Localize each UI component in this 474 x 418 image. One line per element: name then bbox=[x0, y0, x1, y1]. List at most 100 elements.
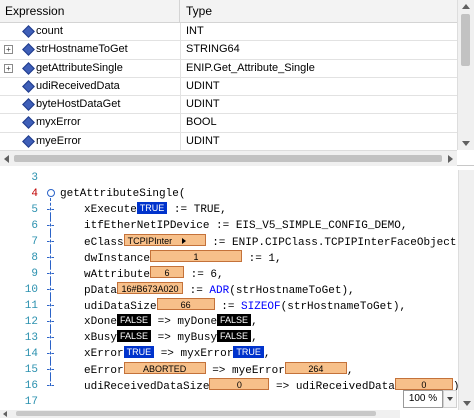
zoom-dropdown-button[interactable] bbox=[443, 390, 457, 408]
code-line[interactable]: 17 bbox=[0, 394, 470, 410]
watch-horizontal-scrollbar[interactable] bbox=[0, 150, 457, 166]
code-line[interactable]: 9 wAttribute 6 := 6, bbox=[0, 262, 470, 284]
inline-value-udiReceivedDataSize[interactable]: 0 bbox=[209, 378, 270, 390]
code-line[interactable]: 5 xExecute TRUE := TRUE, bbox=[0, 198, 470, 220]
inline-value-udiReceivedData[interactable]: 0 bbox=[394, 378, 453, 390]
scroll-left-icon[interactable] bbox=[4, 155, 9, 163]
code-line[interactable]: 8 dwInstance 1 := 1, bbox=[0, 246, 470, 268]
expression-cell: myxError bbox=[36, 114, 181, 132]
expander-cell[interactable]: + bbox=[0, 41, 16, 58]
inline-value-wAttribute[interactable]: 6 bbox=[150, 266, 185, 278]
expression-cell: getAttributeSingle bbox=[36, 59, 181, 77]
line-number: 9 bbox=[31, 268, 38, 280]
table-row[interactable]: count INT bbox=[0, 23, 457, 42]
code-line[interactable]: 11 udiDataSize 66 := SIZEOF(strHostnameTo… bbox=[0, 294, 470, 316]
column-header-type[interactable]: Type bbox=[180, 0, 457, 22]
line-number: 14 bbox=[24, 348, 38, 360]
code-text: xExecute TRUE := TRUE, bbox=[84, 202, 227, 216]
branch-marker-icon bbox=[44, 246, 54, 268]
branch-marker-icon bbox=[44, 230, 54, 252]
watch-vertical-scrollbar[interactable] bbox=[457, 0, 474, 150]
table-row[interactable]: + strHostnameToGet STRING64 bbox=[0, 41, 457, 60]
code-text: eError ABORTED => myeError 264, bbox=[84, 362, 354, 377]
code-editor[interactable]: 3 4 getAttributeSingle( 5 xExecute TRUE :… bbox=[0, 170, 474, 418]
scroll-thumb[interactable] bbox=[16, 411, 376, 416]
code-line[interactable]: 12 xDone FALSE => myDone FALSE, bbox=[0, 310, 470, 332]
code-line[interactable]: 7 eClass TCPIPInter := ENIP.CIPClass.TCPI… bbox=[0, 230, 470, 252]
expand-plus-icon[interactable]: + bbox=[4, 45, 13, 55]
table-row[interactable]: byteHostDataGet UDINT bbox=[0, 96, 457, 115]
inline-value-eClass[interactable]: TCPIPInter bbox=[123, 234, 206, 246]
line-number: 13 bbox=[24, 332, 38, 344]
code-line[interactable]: 10 pData 16#B673A020 := ADR(strHostnameTo… bbox=[0, 278, 470, 300]
inline-value-xBusy[interactable]: FALSE bbox=[117, 330, 152, 342]
scroll-down-icon[interactable] bbox=[463, 401, 471, 406]
line-number: 12 bbox=[24, 316, 38, 328]
code-text: xDone FALSE => myDone FALSE, bbox=[84, 314, 258, 328]
line-number: 11 bbox=[24, 300, 38, 312]
branch-marker-icon bbox=[44, 278, 54, 300]
table-row[interactable]: udiReceivedData UDINT bbox=[0, 77, 457, 97]
code-line[interactable]: 13 xBusy FALSE => myBusy FALSE, bbox=[0, 326, 470, 348]
editor-vertical-scrollbar[interactable] bbox=[458, 170, 474, 410]
table-row[interactable]: myxError BOOL bbox=[0, 114, 457, 133]
inline-value-udiDataSize[interactable]: 66 bbox=[156, 298, 215, 310]
watch-table-header: Expression Type bbox=[0, 0, 457, 23]
inline-value-xDone[interactable]: FALSE bbox=[117, 314, 152, 326]
expand-plus-icon[interactable]: + bbox=[4, 63, 13, 73]
table-row[interactable]: myeError UDINT bbox=[0, 132, 457, 150]
line-number: 6 bbox=[31, 220, 38, 232]
type-cell: BOOL bbox=[186, 116, 217, 129]
code-line[interactable]: 16 udiReceivedDataSize 0 => udiReceivedDa… bbox=[0, 374, 470, 394]
code-text: wAttribute 6 := 6, bbox=[84, 266, 224, 281]
scroll-up-icon[interactable] bbox=[462, 4, 470, 9]
branch-marker-icon bbox=[44, 294, 54, 316]
inline-value-myBusy[interactable]: FALSE bbox=[217, 330, 252, 342]
variable-icon bbox=[16, 60, 36, 77]
expander-cell bbox=[0, 78, 16, 95]
editor-horizontal-scrollbar[interactable] bbox=[0, 410, 400, 418]
table-row[interactable]: + getAttributeSingle ENIP.Get_Attribute_Si… bbox=[0, 59, 457, 78]
code-line[interactable]: 15 eError ABORTED => myeError 264, bbox=[0, 358, 470, 380]
line-number: 4 bbox=[31, 188, 38, 200]
line-number: 3 bbox=[31, 172, 38, 184]
type-cell: UDINT bbox=[186, 134, 220, 147]
scroll-right-icon[interactable] bbox=[448, 155, 453, 163]
scroll-thumb[interactable] bbox=[461, 14, 470, 66]
collapse-marker-icon[interactable] bbox=[44, 186, 55, 202]
inline-value-xExecute[interactable]: TRUE bbox=[136, 202, 168, 214]
code-line[interactable]: 3 bbox=[0, 170, 470, 186]
inline-value-myDone[interactable]: FALSE bbox=[217, 314, 252, 326]
expander-cell[interactable]: + bbox=[0, 60, 16, 77]
variable-icon bbox=[16, 41, 36, 58]
line-number: 10 bbox=[24, 284, 38, 296]
inline-value-xError[interactable]: TRUE bbox=[123, 346, 155, 358]
scroll-left-icon[interactable] bbox=[3, 411, 7, 417]
expander-cell bbox=[0, 114, 16, 131]
inline-value-pData[interactable]: 16#B673A020 bbox=[117, 282, 184, 294]
watch-table-rows: count INT + strHostnameToGet STRING64 + getAtt… bbox=[0, 23, 457, 150]
inline-value-eError[interactable]: ABORTED bbox=[123, 362, 206, 374]
code-line[interactable]: 14 xError TRUE => myxError TRUE, bbox=[0, 342, 470, 364]
watch-table: Expression Type count INT + strHostnameToGe… bbox=[0, 0, 457, 150]
scroll-thumb[interactable] bbox=[14, 155, 442, 162]
scroll-down-icon[interactable] bbox=[462, 141, 470, 146]
code-line[interactable]: 6 itfEtherNetIPDevice := EIS_V5_SIMPLE_C… bbox=[0, 214, 470, 236]
column-header-expression[interactable]: Expression bbox=[0, 0, 180, 22]
dropdown-arrow-icon[interactable] bbox=[182, 238, 187, 244]
line-number: 7 bbox=[31, 236, 38, 248]
zoom-level-field[interactable]: 100 % bbox=[403, 390, 443, 408]
variable-icon bbox=[16, 78, 36, 95]
variable-icon bbox=[16, 96, 36, 113]
inline-value-myeError[interactable]: 264 bbox=[284, 362, 347, 374]
branch-marker-icon bbox=[44, 262, 54, 284]
code-text: pData 16#B673A020 := ADR(strHostnameToGet… bbox=[84, 282, 355, 297]
expander-cell bbox=[0, 23, 16, 40]
branch-marker-icon bbox=[44, 358, 54, 380]
inline-value-myxError[interactable]: TRUE bbox=[233, 346, 264, 358]
code-text: xBusy FALSE => myBusy FALSE, bbox=[84, 330, 258, 344]
type-cell: UDINT bbox=[186, 79, 220, 92]
inline-value-dwInstance[interactable]: 1 bbox=[150, 250, 243, 262]
code-line[interactable]: 4 getAttributeSingle( bbox=[0, 186, 470, 202]
expander-cell bbox=[0, 96, 16, 113]
